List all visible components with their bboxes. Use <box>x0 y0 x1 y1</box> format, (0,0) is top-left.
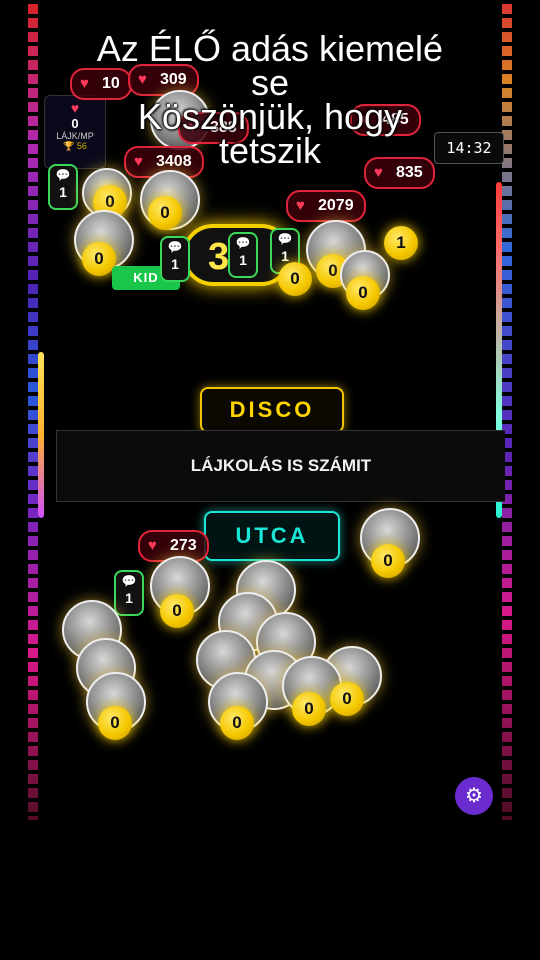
chat-bubble-icon: 💬 <box>277 232 293 246</box>
heart-count: 2079 <box>318 197 354 214</box>
score-coin: 0 <box>371 544 405 578</box>
caption-line: Köszönjük, hogy <box>137 96 403 137</box>
zone-disco-label: DISCO <box>200 387 344 433</box>
likes-count-banner: LÁJKOLÁS IS SZÁMIT <box>56 430 505 502</box>
score-coin: 1 <box>384 226 418 260</box>
score-coin: 0 <box>292 692 326 726</box>
score-coin: 0 <box>346 276 380 310</box>
chat-bubble-icon: 💬 <box>55 168 71 182</box>
right-equalizer-bar <box>502 0 512 820</box>
settings-button[interactable]: ⚙ <box>455 777 493 815</box>
left-level-meter <box>38 352 44 518</box>
score-coin: 0 <box>98 706 132 740</box>
chat-bubble-icon: 💬 <box>235 236 251 250</box>
score-coin: 0 <box>220 706 254 740</box>
score-coin: 0 <box>278 262 312 296</box>
game-screen: ♥ 0 LÁJK/MP 🏆 56 14:32 ♥ 10 ♥ 309 ♥ 388 ♥ 34… <box>0 0 540 960</box>
heart-count: 273 <box>170 537 197 554</box>
chat-count-badge: 💬 1 <box>228 232 258 278</box>
chat-bubble-icon: 💬 <box>167 240 183 254</box>
chat-count-badge: 💬 1 <box>160 236 190 282</box>
zone-utca-label: UTCA <box>204 511 340 561</box>
chat-count-badge: 💬 1 <box>48 164 78 210</box>
heart-icon: ♥ <box>296 197 305 214</box>
chat-count-badge: 💬 1 <box>114 570 144 616</box>
left-equalizer-bar <box>28 0 38 820</box>
heart-icon: ♥ <box>148 537 157 554</box>
heart-count-pill: ♥ 2079 <box>286 190 366 222</box>
score-coin: 0 <box>82 242 116 276</box>
score-coin: 0 <box>148 196 182 230</box>
caption-line: Az ÉLŐ adás kiemelé <box>96 28 444 69</box>
caption-line: se <box>250 62 290 103</box>
caption-overlay: Az ÉLŐ adás kiemelé se Köszönjük, hogy t… <box>40 28 500 171</box>
score-coin: 0 <box>160 594 194 628</box>
score-coin: 0 <box>330 682 364 716</box>
gear-icon: ⚙ <box>465 785 483 807</box>
chat-bubble-icon: 💬 <box>121 574 137 588</box>
caption-line: tetszik <box>218 130 322 171</box>
